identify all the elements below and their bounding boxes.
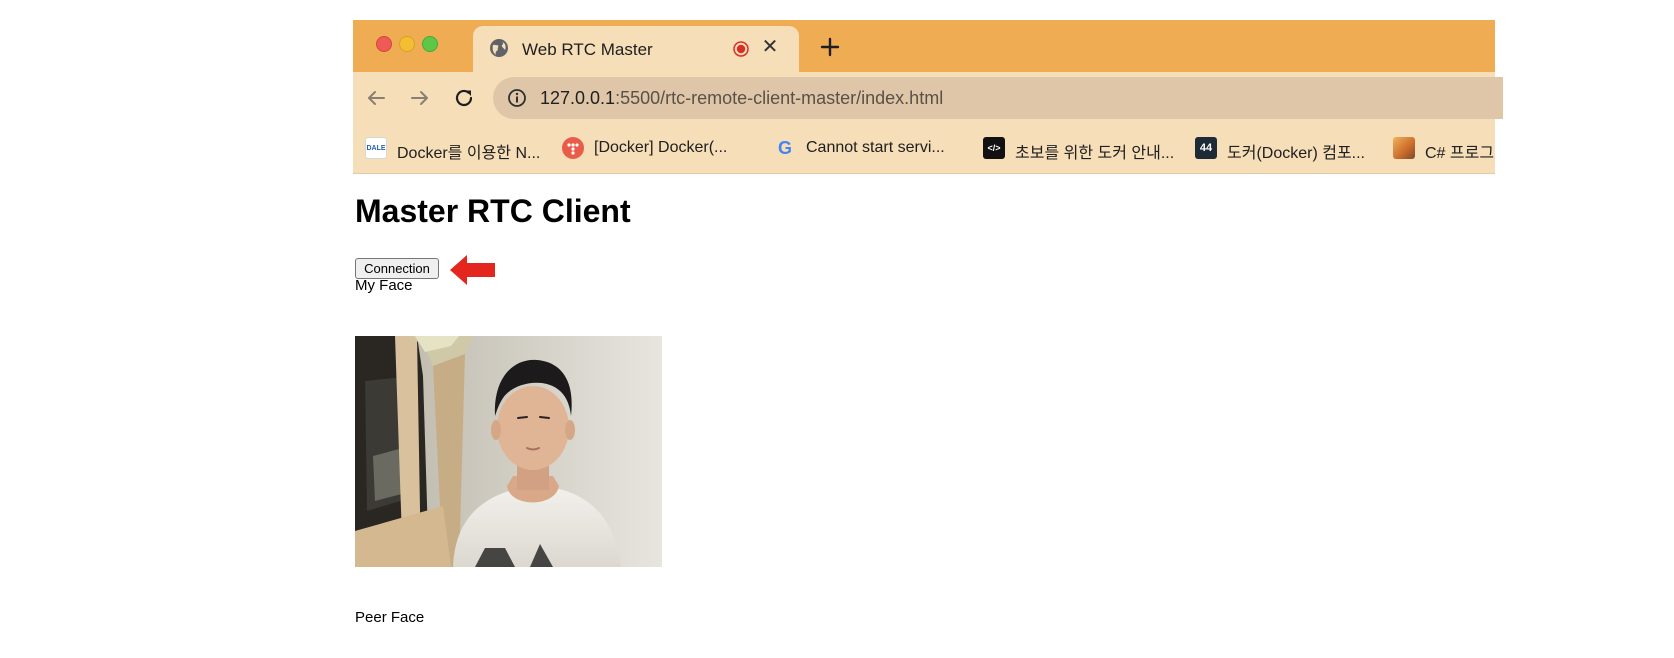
url-path: :5500/rtc-remote-client-master/index.htm… (615, 88, 944, 108)
connection-button[interactable]: Connection (355, 258, 439, 279)
bookmark-item[interactable]: DALE Docker를 이용한 N... (365, 136, 555, 162)
google-icon: G (777, 138, 792, 158)
site-44-icon: 44 (1195, 137, 1217, 159)
back-arrow-icon[interactable] (364, 86, 388, 110)
my-face-label: My Face (355, 277, 413, 294)
dale-icon: DALE (365, 137, 387, 159)
close-window-button[interactable] (376, 36, 392, 52)
bookmark-item[interactable]: 44 도커(Docker) 컴포... (1195, 136, 1385, 162)
address-bar[interactable]: 127.0.0.1:5500/rtc-remote-client-master/… (493, 77, 1503, 119)
url-text[interactable]: 127.0.0.1:5500/rtc-remote-client-master/… (540, 88, 943, 109)
info-icon[interactable] (507, 88, 527, 108)
browser-window: Web RTC Master ✕ 127.0.0.1:5500/rtc-remo… (353, 20, 1503, 174)
peer-face-label: Peer Face (355, 609, 425, 626)
code-icon: </> (983, 137, 1005, 159)
webcam-video-feed (355, 336, 662, 567)
close-icon[interactable]: ✕ (760, 37, 780, 57)
tab-strip: Web RTC Master ✕ (353, 20, 1495, 72)
bookmark-label: Docker를 이용한 N... (397, 145, 541, 162)
bookmark-label: C# 프로그래 (1425, 145, 1495, 162)
url-host: 127.0.0.1 (540, 88, 616, 108)
bookmark-label: 도커(Docker) 컴포... (1227, 145, 1365, 162)
tistory-icon (562, 137, 584, 159)
tab-web-rtc-master[interactable]: Web RTC Master ✕ (473, 26, 799, 72)
bookmark-item[interactable]: </> 초보를 위한 도커 안내... (983, 136, 1178, 162)
bookmark-item[interactable]: C# 프로그래 (1393, 136, 1495, 162)
bookmark-item[interactable]: [Docker] Docker(... (562, 136, 757, 160)
bookmarks-bar: DALE Docker를 이용한 N... [Docker] Docker(..… (353, 124, 1495, 174)
red-arrow-icon (450, 255, 495, 285)
bookmark-label: [Docker] Docker(... (594, 139, 728, 156)
recording-icon (733, 41, 749, 57)
browser-toolbar: 127.0.0.1:5500/rtc-remote-client-master/… (353, 72, 1503, 124)
page-content: Master RTC Client Connection My Face Pee… (355, 173, 1495, 658)
bookmark-label: 초보를 위한 도커 안내... (1015, 145, 1175, 162)
fullscreen-window-button[interactable] (422, 36, 438, 52)
forward-arrow-icon[interactable] (408, 86, 432, 110)
tab-title: Web RTC Master (522, 40, 653, 59)
page-title: Master RTC Client (355, 193, 631, 229)
minimize-window-button[interactable] (399, 36, 415, 52)
blog-icon (1393, 137, 1415, 159)
plus-icon[interactable] (818, 35, 842, 59)
globe-icon (490, 39, 508, 57)
bookmark-label: Cannot start servi... (806, 139, 945, 156)
my-face-video[interactable] (355, 336, 662, 567)
bookmark-item[interactable]: G Cannot start servi... (774, 136, 964, 160)
reload-icon[interactable] (452, 86, 476, 110)
